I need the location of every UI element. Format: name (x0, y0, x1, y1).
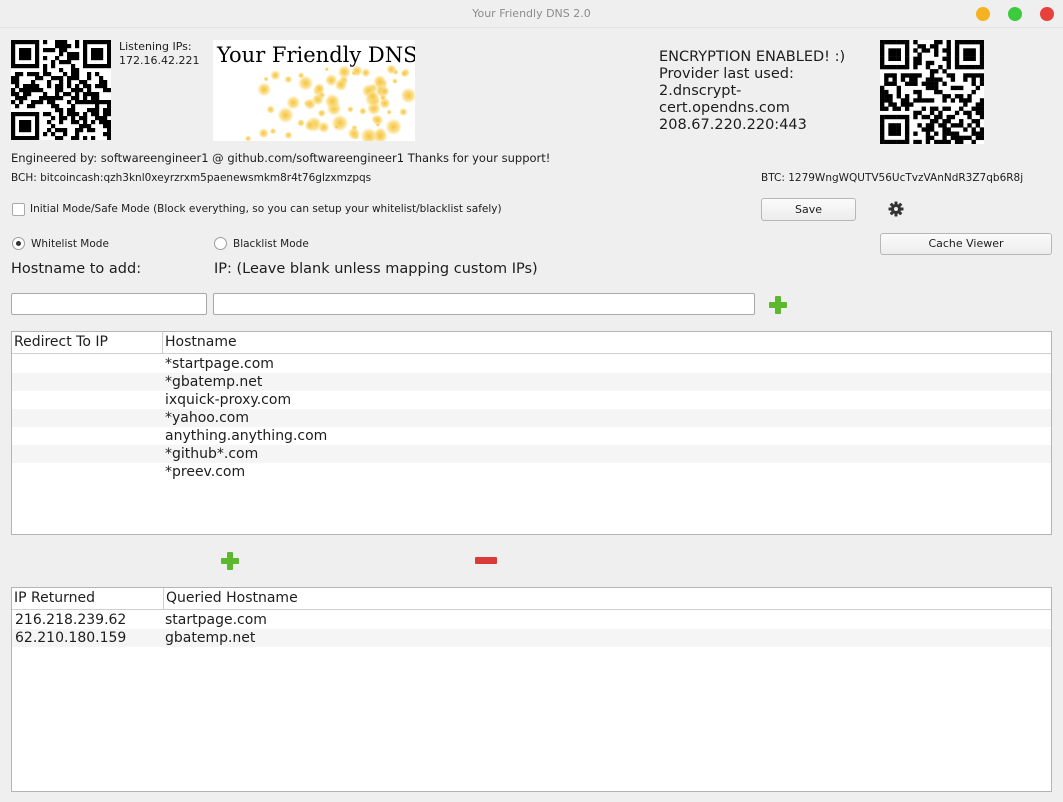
encryption-line: 208.67.220.220:443 (659, 117, 807, 133)
table-cell: ixquick-proxy.com (165, 392, 292, 408)
bch-qr-code (11, 40, 111, 140)
ip-input[interactable] (213, 293, 755, 315)
initial-mode-checkbox[interactable] (12, 203, 25, 216)
table-cell: gbatemp.net (165, 630, 256, 646)
banner-title: Your Friendly DNS! (217, 43, 415, 67)
encryption-status: ENCRYPTION ENABLED! :) Provider last use… (659, 49, 845, 134)
table-row[interactable]: anything.anything.com (12, 427, 1051, 445)
save-button[interactable]: Save (761, 198, 856, 221)
table-row[interactable]: *preev.com (12, 463, 1051, 481)
table-header: IP Returned Queried Hostname (12, 588, 1051, 610)
table-row[interactable]: *gbatemp.net (12, 373, 1051, 391)
column-header-hostname[interactable]: Hostname (162, 332, 237, 353)
table-row[interactable]: *github*.com (12, 445, 1051, 463)
column-header-queried-hostname[interactable]: Queried Hostname (163, 588, 298, 609)
table-row[interactable]: 216.218.239.62 startpage.com (12, 611, 1051, 629)
encryption-line: ENCRYPTION ENABLED! :) (659, 49, 846, 65)
table-cell: *github*.com (165, 446, 259, 462)
blacklist-mode-label: Blacklist Mode (233, 238, 309, 250)
credits-text: Engineered by: softwareengineer1 @ githu… (11, 151, 551, 165)
btc-address: BTC: 1279WngWQUTV56UcTvzVAnNdR3Z7qb6R8j (761, 172, 1024, 184)
cache-table[interactable]: IP Returned Queried Hostname 216.218.239… (11, 587, 1052, 792)
table-cell: *preev.com (165, 464, 246, 480)
close-button[interactable] (1040, 7, 1054, 21)
whitelist-mode-radio[interactable] (12, 237, 25, 250)
table-row[interactable]: *yahoo.com (12, 409, 1051, 427)
encryption-line: Provider last used: (659, 66, 794, 82)
whitelist-mode-label: Whitelist Mode (31, 238, 109, 250)
maximize-button[interactable] (1008, 7, 1022, 21)
table-cell: *startpage.com (165, 356, 274, 372)
cache-viewer-button[interactable]: Cache Viewer (880, 233, 1052, 255)
ip-label: IP: (Leave blank unless mapping custom I… (214, 261, 538, 277)
table-row[interactable]: 62.210.180.159 gbatemp.net (12, 629, 1051, 647)
hostname-list-table[interactable]: Redirect To IP Hostname *startpage.com *g… (11, 331, 1052, 535)
encryption-line: cert.opendns.com (659, 100, 790, 116)
btc-qr-code (880, 40, 984, 144)
table-cell: anything.anything.com (165, 428, 328, 444)
table-cell: *yahoo.com (165, 410, 249, 426)
remove-entry-icon[interactable] (475, 557, 497, 564)
listening-ips-label: Listening IPs: (119, 40, 192, 53)
column-header-redirect-ip[interactable]: Redirect To IP (12, 332, 162, 353)
table-row[interactable]: *startpage.com (12, 355, 1051, 373)
listening-ip-value: 172.16.42.221 (119, 54, 200, 67)
table-header: Redirect To IP Hostname (12, 332, 1051, 354)
add-hostname-icon[interactable] (768, 295, 788, 315)
listening-ips: Listening IPs: 172.16.42.221 (119, 40, 199, 68)
banner-image: Your Friendly DNS! (213, 40, 415, 141)
add-entry-icon[interactable] (220, 551, 240, 571)
encryption-line: 2.dnscrypt- (659, 83, 742, 99)
window-titlebar: Your Friendly DNS 2.0 (0, 0, 1063, 28)
minimize-button[interactable] (976, 7, 990, 21)
table-cell: 62.210.180.159 (15, 630, 127, 646)
table-cell: 216.218.239.62 (15, 612, 127, 628)
bch-address: BCH: bitcoincash:qzh3knl0xeyrzrxm5paenew… (11, 172, 372, 184)
table-cell: *gbatemp.net (165, 374, 263, 390)
window-title: Your Friendly DNS 2.0 (472, 7, 591, 20)
table-row[interactable]: ixquick-proxy.com (12, 391, 1051, 409)
hostname-label: Hostname to add: (11, 261, 142, 277)
hostname-input[interactable] (11, 293, 207, 315)
initial-mode-label: Initial Mode/Safe Mode (Block everything… (30, 203, 502, 215)
column-header-ip-returned[interactable]: IP Returned (12, 588, 163, 609)
gear-icon[interactable] (888, 201, 904, 217)
blacklist-mode-radio[interactable] (214, 237, 227, 250)
table-cell: startpage.com (165, 612, 267, 628)
